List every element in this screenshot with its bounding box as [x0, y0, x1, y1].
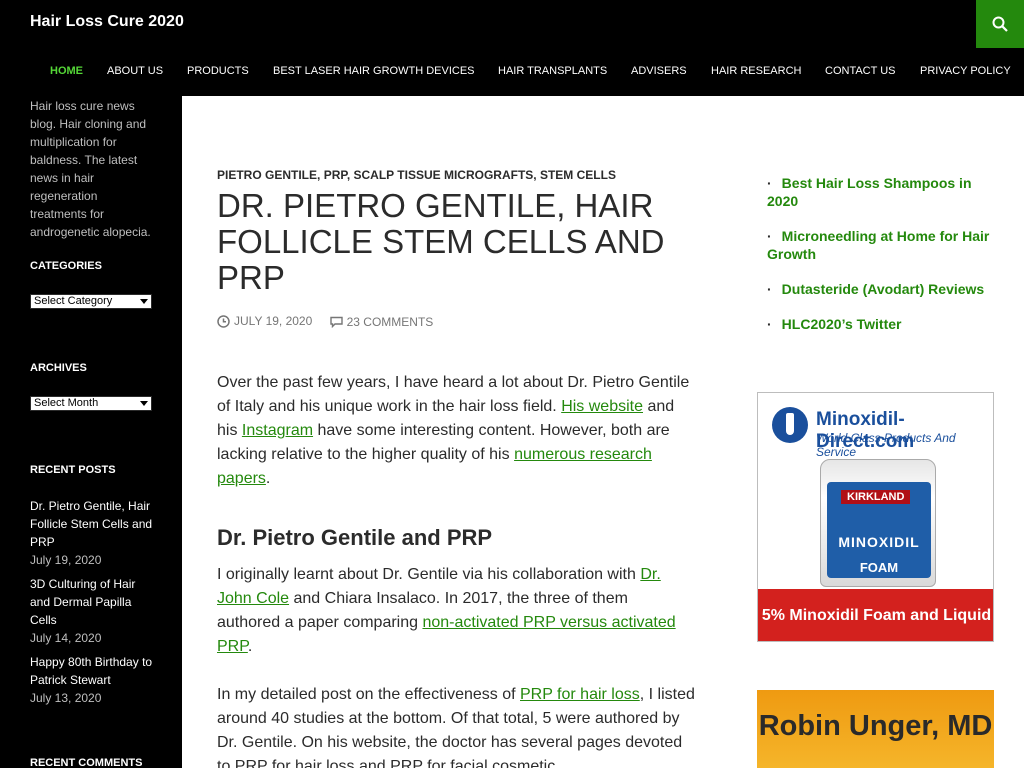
recent-post-link[interactable]: Dr. Pietro Gentile, Hair Follicle Stem C…: [30, 497, 154, 551]
product-can-image: KIRKLAND MINOXIDIL FOAM: [820, 459, 936, 587]
product-label: KIRKLAND MINOXIDIL FOAM: [827, 482, 931, 578]
ad-bottom-caption: 5% Minoxidil Foam and Liquid: [758, 589, 993, 641]
recent-post-date: July 14, 2020: [30, 631, 102, 645]
website-link[interactable]: His website: [561, 398, 643, 415]
can-product: MINOXIDIL: [838, 534, 920, 550]
robin-unger-ad-banner[interactable]: Robin Unger, MD: [757, 690, 994, 768]
ad2-text: Robin Unger, MD: [758, 710, 993, 742]
category-select[interactable]: Select Category: [30, 294, 152, 309]
can-brand: KIRKLAND: [841, 490, 911, 504]
site-description: Hair loss cure news blog. Hair cloning a…: [30, 99, 151, 239]
paragraph-intro: Over the past few years, I have heard a …: [217, 374, 690, 487]
post-comments-item[interactable]: 23 COMMENTS: [329, 314, 434, 329]
left-sidebar: Hair loss cure news blog. Hair cloning a…: [0, 96, 182, 768]
site-header: Hair Loss Cure 2020 HOME ABOUT US PRODUC…: [0, 0, 1024, 96]
category-link[interactable]: PIETRO GENTILE: [217, 168, 317, 182]
category-select-value: Select Category: [34, 295, 113, 307]
search-icon: [992, 16, 1008, 32]
site-title[interactable]: Hair Loss Cure 2020: [30, 12, 184, 32]
paragraph-effectiveness: In my detailed post on the effectiveness…: [217, 686, 695, 768]
chevron-down-icon: [140, 401, 148, 406]
right-sidebar-link[interactable]: · HLC2020’s Twitter: [767, 315, 997, 333]
recent-post-date: July 13, 2020: [30, 691, 102, 705]
minoxidil-ad-banner[interactable]: Minoxidil-Direct.com World Class Product…: [757, 392, 994, 642]
recent-comments-title: RECENT COMMENTS: [30, 757, 143, 768]
nav-hair-transplants[interactable]: HAIR TRANSPLANTS: [498, 65, 607, 78]
nav-contact-us[interactable]: CONTACT US: [825, 65, 896, 78]
nav-advisers[interactable]: ADVISERS: [631, 65, 687, 78]
archive-select-value: Select Month: [34, 397, 99, 409]
drop-logo-icon: [772, 407, 808, 443]
category-link[interactable]: SCALP TISSUE MICROGRAFTS: [354, 168, 534, 182]
post-date: JULY 19, 2020: [234, 314, 313, 328]
right-sidebar-link[interactable]: · Microneedling at Home for Hair Growth: [767, 227, 997, 263]
ad-caption-text: 5% Minoxidil Foam and Liquid: [761, 607, 992, 624]
post-categories: PIETRO GENTILE, PRP, SCALP TISSUE MICROG…: [217, 168, 616, 182]
category-link[interactable]: STEM CELLS: [540, 168, 616, 182]
nav-hair-research[interactable]: HAIR RESEARCH: [711, 65, 801, 78]
search-button[interactable]: [976, 0, 1024, 48]
nav-about-us[interactable]: ABOUT US: [107, 65, 163, 78]
archives-title: ARCHIVES: [30, 362, 87, 374]
ad-tagline: World Class Products And Service: [816, 431, 956, 459]
category-link[interactable]: PRP: [324, 168, 347, 182]
recent-post-date: July 19, 2020: [30, 553, 102, 567]
recent-post-link[interactable]: Happy 80th Birthday to Patrick Stewart: [30, 653, 154, 689]
nav-best-laser[interactable]: BEST LASER HAIR GROWTH DEVICES: [273, 65, 475, 78]
comment-icon: [329, 316, 343, 328]
prp-hair-loss-link[interactable]: PRP for hair loss: [520, 686, 640, 703]
post-comments-count: 23 COMMENTS: [346, 314, 434, 329]
clock-icon: [217, 314, 230, 328]
paragraph-collab: I originally learnt about Dr. Gentile vi…: [217, 566, 676, 655]
instagram-link[interactable]: Instagram: [242, 422, 313, 439]
archive-select[interactable]: Select Month: [30, 396, 152, 411]
recent-post-link[interactable]: 3D Culturing of Hair and Dermal Papilla …: [30, 575, 154, 629]
section-heading: Dr. Pietro Gentile and PRP: [217, 525, 493, 550]
right-sidebar-link[interactable]: · Dutasteride (Avodart) Reviews: [767, 280, 997, 298]
nav-home[interactable]: HOME: [50, 65, 83, 78]
post-meta: JULY 19, 2020 23 COMMENTS: [217, 314, 447, 331]
categories-title: CATEGORIES: [30, 260, 102, 272]
right-sidebar-link[interactable]: · Best Hair Loss Shampoos in 2020: [767, 174, 997, 210]
post-title: DR. PIETRO GENTILE, HAIR FOLLICLE STEM C…: [217, 187, 665, 296]
post-date-item[interactable]: JULY 19, 2020: [217, 314, 312, 328]
recent-posts-title: RECENT POSTS: [30, 464, 116, 476]
can-type: FOAM: [859, 560, 899, 575]
nav-products[interactable]: PRODUCTS: [187, 65, 249, 78]
chevron-down-icon: [140, 299, 148, 304]
primary-nav: HOME ABOUT US PRODUCTS BEST LASER HAIR G…: [0, 48, 1024, 96]
nav-privacy-policy[interactable]: PRIVACY POLICY: [920, 65, 1011, 78]
